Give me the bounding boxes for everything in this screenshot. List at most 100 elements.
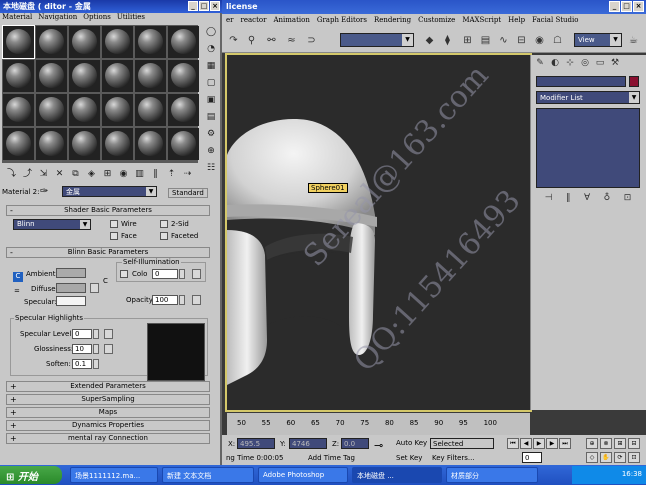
- taskbar-item[interactable]: 场景1111112.ma...: [70, 467, 158, 483]
- glossiness-map-button[interactable]: [104, 344, 113, 354]
- two-sided-checkbox[interactable]: [160, 220, 168, 228]
- menu-item-animation[interactable]: Animation: [273, 16, 309, 27]
- z-coord-field[interactable]: 0.0: [341, 438, 369, 449]
- face-map-checkbox[interactable]: [110, 232, 118, 240]
- layer-manager-icon[interactable]: ▤: [478, 33, 493, 48]
- sample-slot[interactable]: [3, 94, 34, 126]
- sample-slot[interactable]: [3, 128, 34, 160]
- render-setup-icon[interactable]: ☖: [550, 33, 565, 48]
- modify-tab-icon[interactable]: ◐: [549, 57, 561, 69]
- faceted-checkbox[interactable]: [160, 232, 168, 240]
- make-unique-icon[interactable]: ◈: [85, 168, 98, 181]
- minimize-button[interactable]: _: [609, 1, 620, 12]
- glossiness-spinner[interactable]: [93, 344, 99, 354]
- maximize-button[interactable]: □: [199, 1, 209, 11]
- modifier-list-dropdown[interactable]: Modifier List ▼: [536, 91, 640, 104]
- go-to-start-icon[interactable]: ⏮: [507, 438, 519, 449]
- material-effects-channel-icon[interactable]: ◉: [117, 168, 130, 181]
- current-frame-field[interactable]: 0: [522, 452, 542, 463]
- minimize-button[interactable]: _: [188, 1, 198, 11]
- close-button[interactable]: ×: [633, 1, 644, 12]
- menu-item-rendering[interactable]: Rendering: [374, 16, 411, 27]
- menu-item-help[interactable]: Help: [508, 16, 525, 27]
- next-frame-icon[interactable]: ▶: [546, 438, 558, 449]
- schematic-icon[interactable]: ⊟: [514, 33, 529, 48]
- supersampling-rollout[interactable]: + SuperSampling: [6, 394, 210, 405]
- taskbar-item[interactable]: 新建 文本文档: [162, 467, 254, 483]
- sample-slot[interactable]: [69, 94, 100, 126]
- x-coord-field[interactable]: 495.5: [237, 438, 275, 449]
- sample-slot[interactable]: [36, 60, 67, 92]
- sample-slot[interactable]: [168, 94, 199, 126]
- sample-slot[interactable]: [102, 60, 133, 92]
- menu-item-customize[interactable]: Customize: [418, 16, 455, 27]
- curve-editor-icon[interactable]: ∿: [496, 33, 511, 48]
- menu-item-graph-editors[interactable]: Graph Editors: [317, 16, 367, 27]
- shader-type-dropdown[interactable]: Blinn ▼: [13, 219, 91, 230]
- reset-map-icon[interactable]: ✕: [53, 168, 66, 181]
- self-illum-color-checkbox[interactable]: [120, 270, 128, 278]
- y-coord-field[interactable]: 4746: [289, 438, 327, 449]
- taskbar-item-active[interactable]: 本地磁盘 ...: [352, 467, 442, 483]
- sample-slot[interactable]: [36, 26, 67, 58]
- menu-item-maxscript[interactable]: MAXScript: [462, 16, 501, 27]
- menu-item-utilities[interactable]: Utilities: [117, 13, 145, 24]
- play-icon[interactable]: ▶: [533, 438, 545, 449]
- fov-icon[interactable]: ◇: [586, 452, 598, 463]
- show-end-result-icon[interactable]: ‖: [149, 168, 162, 181]
- start-button[interactable]: ⊞ 开始: [0, 466, 62, 484]
- self-illum-map-button[interactable]: [192, 269, 201, 279]
- display-tab-icon[interactable]: ▭: [594, 57, 606, 69]
- add-time-tag-button[interactable]: Add Time Tag: [308, 454, 355, 462]
- backlight-icon[interactable]: ◔: [204, 42, 218, 56]
- set-key-button[interactable]: Set Key: [396, 454, 422, 462]
- quick-render-icon[interactable]: ☕: [626, 33, 641, 48]
- hierarchy-tab-icon[interactable]: ⊹: [564, 57, 576, 69]
- zoom-icon[interactable]: ⊕: [586, 438, 598, 449]
- timeline-ruler[interactable]: 50 55 60 65 70 75 80 85 90 95 100: [227, 419, 507, 435]
- zoom-extents-icon[interactable]: ⊞: [614, 438, 626, 449]
- sample-slot[interactable]: [69, 128, 100, 160]
- diffuse-color-swatch[interactable]: [56, 283, 86, 293]
- diffuse-map-button[interactable]: [90, 283, 99, 293]
- select-link-icon[interactable]: ⚲: [244, 33, 259, 48]
- mental-ray-connection-rollout[interactable]: + mental ray Connection: [6, 433, 210, 444]
- make-preview-icon[interactable]: ▤: [204, 110, 218, 124]
- copy-material-icon[interactable]: ⧉: [69, 168, 82, 181]
- bind-space-warp-icon[interactable]: ≈: [284, 33, 299, 48]
- self-illum-spinner[interactable]: [179, 269, 185, 279]
- pick-material-icon[interactable]: ✑: [40, 186, 48, 197]
- assign-to-selection-icon[interactable]: ⇲: [37, 168, 50, 181]
- blinn-basic-rollout[interactable]: - Blinn Basic Parameters: [6, 247, 210, 258]
- specular-color-swatch[interactable]: [56, 296, 86, 306]
- maximize-button[interactable]: □: [621, 1, 632, 12]
- soften-spinner[interactable]: [93, 359, 99, 369]
- sample-slot[interactable]: [168, 26, 199, 58]
- menu-item-material[interactable]: Material: [2, 13, 32, 24]
- sample-slot[interactable]: [168, 128, 199, 160]
- motion-tab-icon[interactable]: ◎: [579, 57, 591, 69]
- options-icon[interactable]: ⚙: [204, 127, 218, 141]
- unlink-icon[interactable]: ⚯: [264, 33, 279, 48]
- render-type-dropdown[interactable]: View ▼: [574, 33, 622, 47]
- specular-level-value[interactable]: 0: [72, 329, 92, 339]
- dynamics-properties-rollout[interactable]: + Dynamics Properties: [6, 420, 210, 431]
- opacity-map-button[interactable]: [192, 295, 201, 305]
- glossiness-value[interactable]: 10: [72, 344, 92, 354]
- menu-item-er[interactable]: er: [226, 16, 234, 27]
- sample-slot[interactable]: [36, 128, 67, 160]
- sample-type-icon[interactable]: ◯: [204, 25, 218, 39]
- material-editor-icon[interactable]: ◉: [532, 33, 547, 48]
- arc-rotate-icon[interactable]: ⟳: [614, 452, 626, 463]
- pan-icon[interactable]: ✋: [600, 452, 612, 463]
- wire-checkbox[interactable]: [110, 220, 118, 228]
- sample-slot[interactable]: [36, 94, 67, 126]
- selected-dropdown[interactable]: Selected: [430, 438, 494, 449]
- material-name-field[interactable]: 金属 ▼: [62, 186, 157, 197]
- show-end-result-icon[interactable]: ‖: [566, 193, 571, 205]
- bind-icon[interactable]: ⊃: [304, 33, 319, 48]
- key-filters-button[interactable]: Key Filters...: [432, 454, 475, 462]
- selection-set-dropdown[interactable]: ▼: [340, 33, 414, 47]
- sample-slot[interactable]: [2, 25, 35, 59]
- menu-item-reactor[interactable]: reactor: [241, 16, 267, 27]
